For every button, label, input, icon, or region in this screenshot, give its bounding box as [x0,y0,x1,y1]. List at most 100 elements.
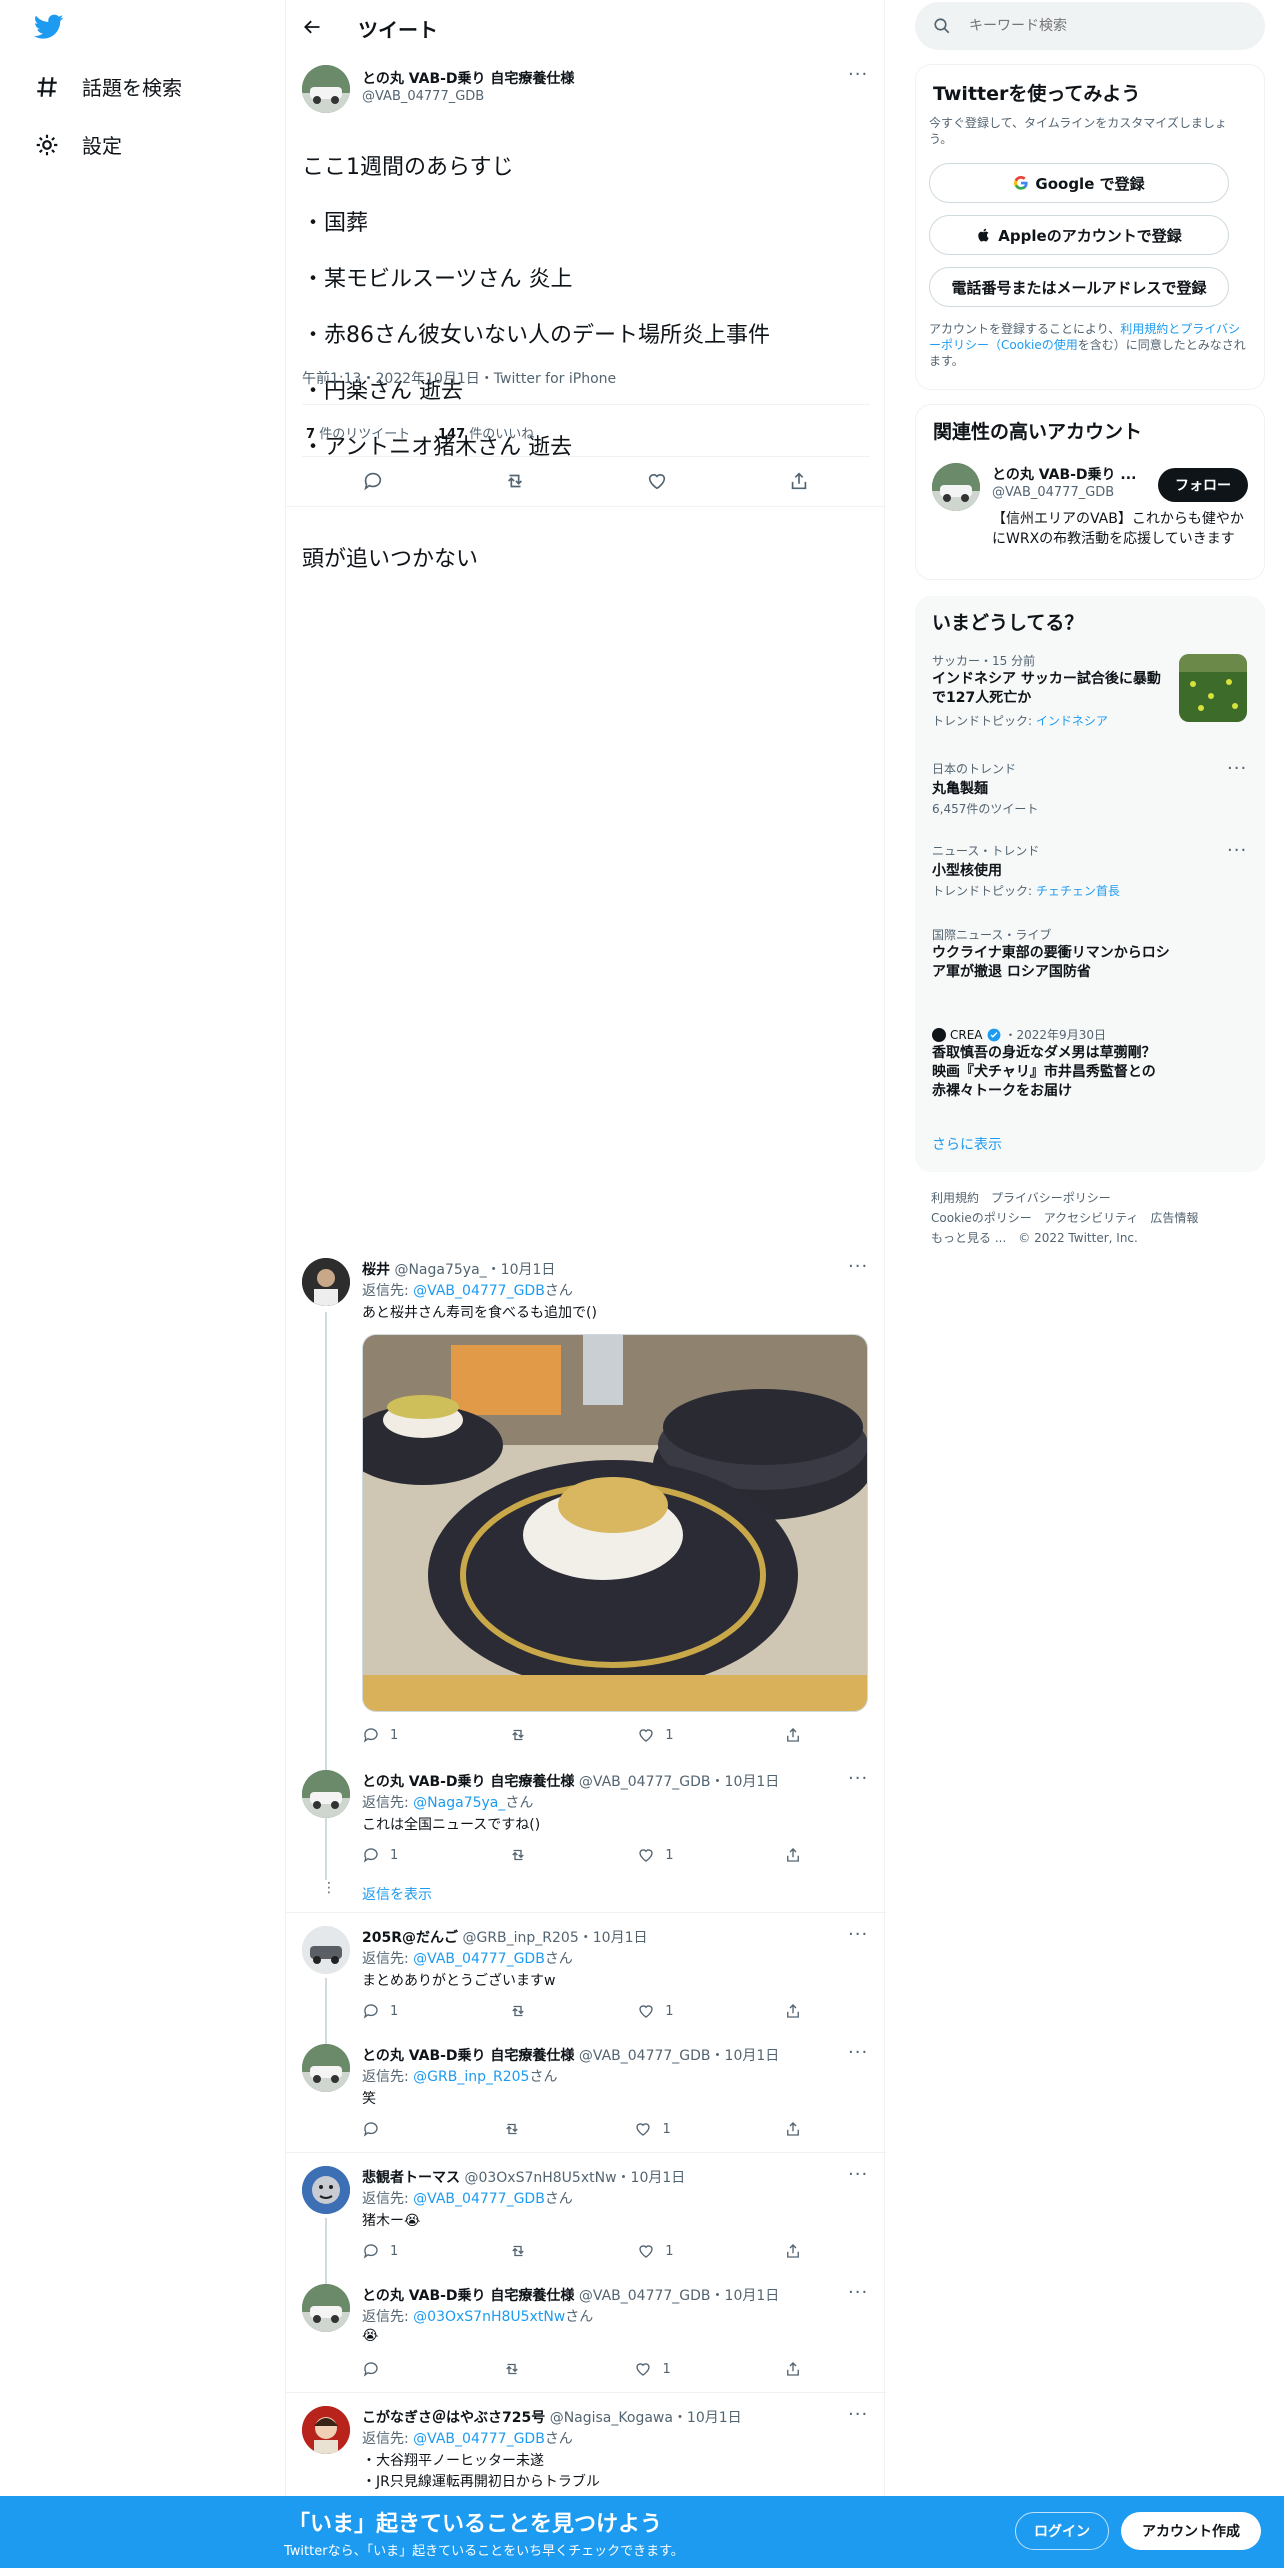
related-handle[interactable]: @VAB_04777_GDB [992,485,1114,500]
reply-to-link[interactable]: @GRB_inp_R205 [413,2069,529,2085]
author-handle[interactable]: @VAB_04777_GDB [362,89,484,104]
share-icon[interactable] [788,470,810,492]
like-button[interactable]: 1 [637,2242,674,2260]
like-button[interactable]: 1 [637,1846,674,1864]
reply-date[interactable]: ・10月1日 [711,1774,780,1790]
reply-author-handle[interactable]: @VAB_04777_GDB [579,2048,711,2064]
footer-line[interactable]: Cookieのポリシー アクセシビリティ 広告情報 [931,1208,1198,1228]
more-icon[interactable]: ··· [1227,840,1247,861]
share-button[interactable] [784,2120,802,2138]
retweet-button[interactable] [503,2360,521,2378]
nav-explore[interactable]: 話題を検索 [34,72,182,101]
avatar[interactable] [302,2284,350,2332]
more-icon[interactable]: ··· [848,2282,868,2303]
more-icon[interactable]: ··· [848,2404,868,2425]
share-button[interactable] [784,2002,802,2020]
reply-button[interactable]: 1 [362,1726,398,1744]
like-button[interactable]: 1 [634,2120,671,2138]
retweet-button[interactable] [509,1846,527,1864]
avatar[interactable] [302,2406,350,2454]
reply-author-name[interactable]: との丸 VAB-D乗り 自宅療養仕様 [362,2048,574,2064]
reply-author-name[interactable]: こがなぎさ＠はやぶさ725号 [362,2410,545,2426]
share-button[interactable] [784,1726,802,1744]
reply-to-link[interactable]: @Naga75ya_ [413,1795,505,1811]
avatar[interactable] [302,1258,350,1306]
reply-date[interactable]: ・10月1日 [579,1930,648,1946]
share-button[interactable] [784,2242,802,2260]
reply-to-link[interactable]: @VAB_04777_GDB [413,1283,545,1299]
reply-to-link[interactable]: @VAB_04777_GDB [413,1951,545,1967]
reply-button[interactable]: 1 [362,1846,398,1864]
reply-date[interactable]: ・10月1日 [487,1262,556,1278]
avatar[interactable] [302,1770,350,1818]
more-icon[interactable]: ··· [848,1924,868,1945]
show-replies-link[interactable]: 返信を表示 [362,1884,432,1904]
reply-button[interactable]: 1 [362,2002,398,2020]
reply-button[interactable]: 1 [362,2242,398,2260]
avatar[interactable] [302,2044,350,2092]
search-input[interactable] [969,14,1249,38]
reply-author-handle[interactable]: @03OxS7nH8U5xtNw [464,2170,616,2186]
twitter-logo-icon[interactable] [34,14,64,40]
more-icon[interactable]: ··· [1227,758,1247,779]
retweet-stat[interactable]: 7 件のリツイート [306,423,410,442]
retweet-button[interactable] [509,2002,527,2020]
trend-item[interactable]: サッカー・15 分前 インドネシア サッカー試合後に暴動で127人死亡か トレン… [915,646,1265,734]
reply-to-link[interactable]: @VAB_04777_GDB [413,2191,545,2207]
show-more-link[interactable]: さらに表示 [932,1134,1002,1154]
avatar[interactable] [302,1926,350,1974]
avatar[interactable] [302,65,350,113]
retweet-button[interactable] [503,2120,521,2138]
avatar[interactable] [302,2166,350,2214]
reply-to-link[interactable]: @03OxS7nH8U5xtNw [413,2309,565,2325]
signup-button[interactable]: アカウント作成 [1121,2512,1261,2550]
related-name[interactable]: との丸 VAB-D乗り ... [992,464,1136,484]
nav-settings[interactable]: 設定 [34,130,122,159]
trend-item[interactable]: CREA ・2022年9月30日 香取慎吾の身近なダメ男は草彅剛？ 映画『犬チャ… [915,1020,1265,1110]
trend-sub-link[interactable]: インドネシア [1036,714,1108,728]
reply-author-name[interactable]: との丸 VAB-D乗り 自宅療養仕様 [362,2288,574,2304]
back-arrow-icon[interactable] [302,17,322,37]
author-name[interactable]: との丸 VAB-D乗り 自宅療養仕様 [362,68,574,88]
phone-signup-button[interactable]: 電話番号またはメールアドレスで登録 [929,267,1229,307]
reply-author-name[interactable]: 悲観者トーマス [362,2170,460,2186]
reply-date[interactable]: ・10月1日 [711,2048,780,2064]
more-icon[interactable]: ··· [848,2042,868,2063]
trend-item[interactable]: 日本のトレンド 丸亀製麺 6,457件のツイート ··· [915,754,1265,820]
sushi-photo[interactable] [362,1334,868,1712]
reply-author-handle[interactable]: @VAB_04777_GDB [579,1774,711,1790]
trend-item[interactable]: ニュース・トレンド 小型核使用 トレンドトピック: チェチェン首長 ··· [915,836,1265,902]
apple-signup-button[interactable]: Appleのアカウントで登録 [929,215,1229,255]
tweet-meta[interactable]: 午前1:13・2022年10月1日・Twitter for iPhone [302,368,616,388]
reply-icon[interactable] [362,470,384,492]
share-button[interactable] [784,2360,802,2378]
trend-sub-link[interactable]: チェチェン首長 [1036,884,1120,898]
like-button[interactable]: 1 [637,2002,674,2020]
retweet-button[interactable] [509,2242,527,2260]
like-button[interactable]: 1 [637,1726,674,1744]
like-button[interactable]: 1 [634,2360,671,2378]
follow-button[interactable]: フォロー [1158,468,1248,502]
reply-author-name[interactable]: 桜井 [362,1262,390,1278]
reply-button[interactable] [362,2360,390,2378]
reply-date[interactable]: ・10月1日 [711,2288,780,2304]
more-icon[interactable]: ··· [848,1768,868,1789]
reply-author-name[interactable]: との丸 VAB-D乗り 自宅療養仕様 [362,1774,574,1790]
reply-author-handle[interactable]: @VAB_04777_GDB [579,2288,711,2304]
reply-author-handle[interactable]: @Naga75ya_ [394,1262,486,1278]
share-button[interactable] [784,1846,802,1864]
reply-author-name[interactable]: 205R@だんご [362,1930,458,1946]
avatar[interactable] [932,463,980,511]
reply-date[interactable]: ・10月1日 [673,2410,742,2426]
google-signup-button[interactable]: Google で登録 [929,163,1229,203]
more-icon[interactable]: ··· [848,2164,868,2185]
more-icon[interactable]: ··· [848,1256,868,1277]
login-button[interactable]: ログイン [1015,2512,1109,2550]
reply-author-handle[interactable]: @Nagisa_Kogawa [550,2410,673,2426]
like-icon[interactable] [646,470,668,492]
trend-item[interactable]: 国際ニュース・ライブ ウクライナ東部の要衝リマンからロシア軍が撤退 ロシア国防省 [915,920,1265,986]
reply-date[interactable]: ・10月1日 [617,2170,686,2186]
search-box[interactable] [915,2,1265,50]
reply-button[interactable] [362,2120,390,2138]
reply-author-handle[interactable]: @GRB_inp_R205 [462,1930,578,1946]
